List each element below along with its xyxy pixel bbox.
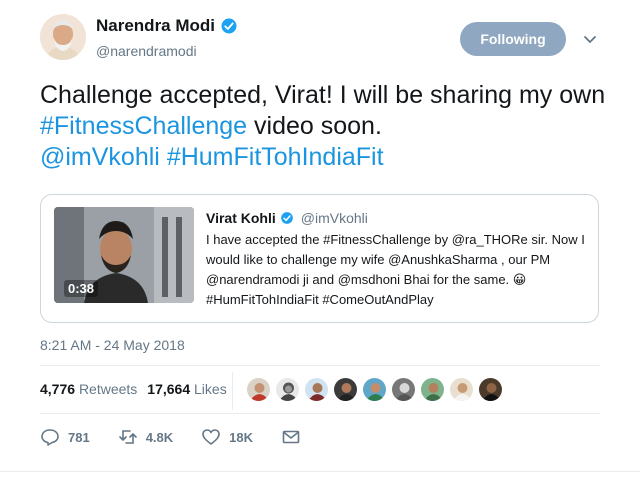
liker-avatars	[246, 377, 503, 402]
following-button[interactable]: Following	[460, 22, 566, 56]
liker-avatar[interactable]	[478, 377, 503, 402]
stats-divider	[232, 372, 233, 410]
quoted-author-name[interactable]: Virat Kohli	[206, 210, 276, 226]
like-count: 18K	[229, 429, 254, 445]
divider	[40, 413, 600, 414]
heart-icon	[202, 429, 220, 445]
author-name-text[interactable]: Narendra Modi	[96, 16, 215, 36]
tweet-actions: 781 4.8K 18K	[40, 427, 329, 447]
author-name[interactable]: Narendra Modi	[96, 16, 238, 36]
like-button[interactable]: 18K	[201, 427, 253, 447]
mention-imvkohli[interactable]: @imVkohli	[40, 143, 160, 171]
liker-avatar[interactable]	[449, 377, 474, 402]
direct-message-icon	[282, 430, 300, 444]
hashtag-fitnesschallenge[interactable]: #FitnessChallenge	[40, 112, 247, 140]
video-thumbnail[interactable]: 0:38	[54, 207, 194, 303]
retweets-stat[interactable]: 4,776 Retweets	[40, 381, 137, 397]
tweet-text: Challenge accepted, Virat! I will be sha…	[40, 80, 620, 173]
liker-avatar[interactable]	[362, 377, 387, 402]
verified-badge-icon	[280, 212, 293, 224]
retweets-label: Retweets	[78, 381, 138, 397]
quoted-author-handle[interactable]: @imVkohli	[301, 210, 368, 226]
retweet-icon	[118, 430, 137, 444]
retweet-count: 4.8K	[145, 429, 174, 445]
author-handle[interactable]: @narendramodi	[96, 43, 197, 59]
divider	[40, 365, 600, 366]
video-duration: 0:38	[64, 280, 99, 297]
direct-message-button[interactable]	[281, 427, 301, 447]
verified-badge-icon	[221, 18, 237, 34]
quoted-tweet[interactable]: 0:38 Virat Kohli @imVkohli I have accept…	[40, 194, 599, 323]
quoted-author[interactable]: Virat Kohli @imVkohli	[206, 210, 368, 226]
likes-count: 17,664	[147, 381, 191, 397]
retweets-count: 4,776	[40, 381, 76, 397]
liker-avatar[interactable]	[275, 377, 300, 402]
liker-avatar[interactable]	[420, 377, 445, 402]
retweet-button[interactable]: 4.8K	[118, 427, 173, 447]
quoted-tweet-text: I have accepted the #FitnessChallenge by…	[206, 232, 585, 307]
chevron-down-icon[interactable]	[582, 31, 598, 47]
liker-avatar[interactable]	[333, 377, 358, 402]
liker-avatar[interactable]	[304, 377, 329, 402]
tweet-text-intro: Challenge accepted, Virat! I will be sha…	[40, 81, 606, 109]
tweet-card: Narendra Modi @narendramodi Following Ch…	[0, 0, 640, 472]
tweet-timestamp[interactable]: 8:21 AM - 24 May 2018	[40, 337, 185, 353]
hashtag-humfittohindiafit[interactable]: #HumFitTohIndiaFit	[167, 143, 384, 171]
author-avatar[interactable]	[40, 14, 86, 60]
reply-button[interactable]: 781	[40, 427, 90, 447]
liker-avatar[interactable]	[391, 377, 416, 402]
likes-stat[interactable]: 17,664 Likes	[147, 381, 226, 397]
tweet-text-outro: video soon.	[247, 112, 382, 140]
liker-avatar[interactable]	[246, 377, 271, 402]
reply-icon	[41, 429, 59, 446]
tweet-stats: 4,776 Retweets 17,664 Likes	[40, 381, 227, 397]
reply-count: 781	[68, 429, 90, 445]
likes-label: Likes	[194, 381, 227, 397]
